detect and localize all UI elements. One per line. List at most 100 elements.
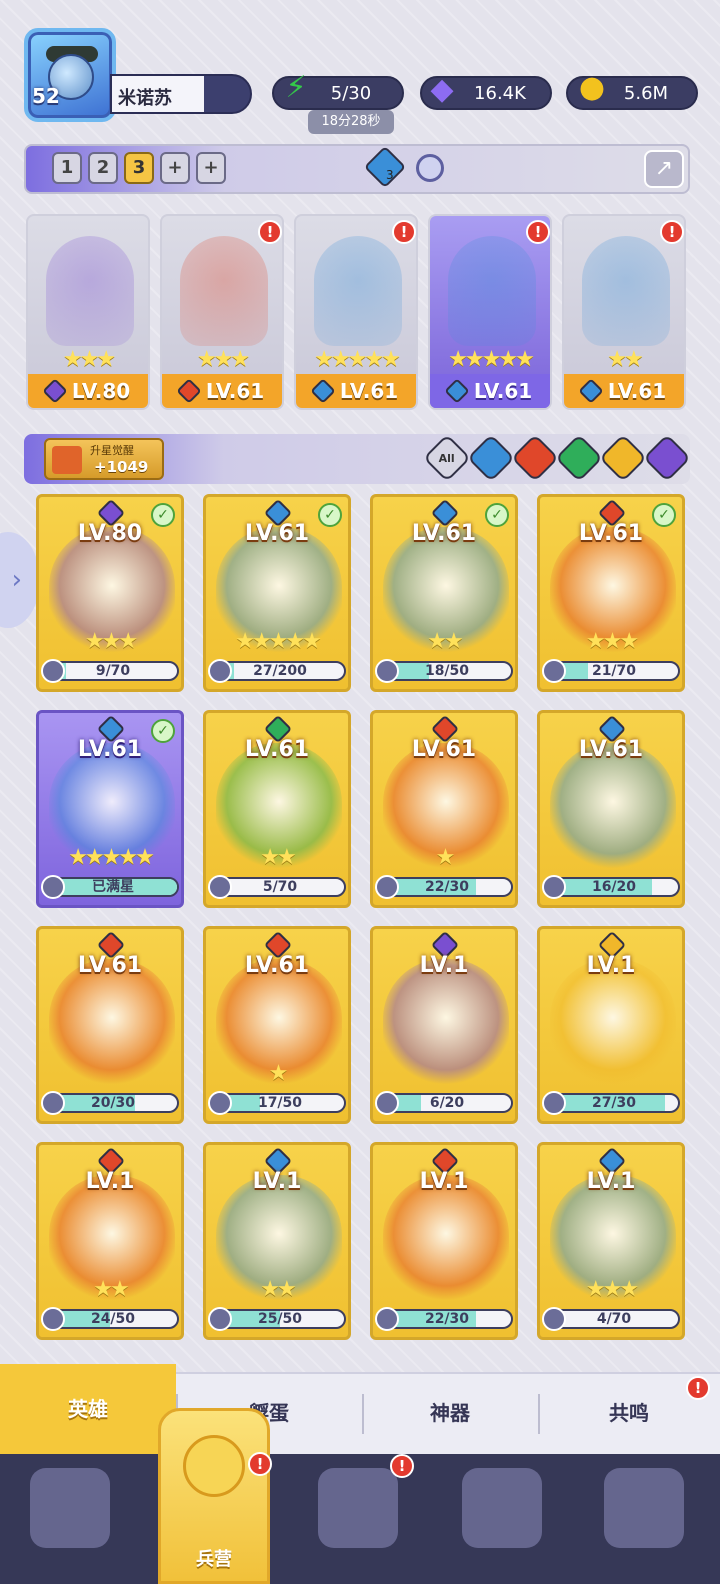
hero-card[interactable]: LV.1 6/20 bbox=[370, 926, 518, 1124]
shard-icon bbox=[208, 875, 232, 899]
alert-badge-icon: ! bbox=[248, 1452, 272, 1476]
shard-progress: 18/50 bbox=[381, 661, 513, 681]
hero-card[interactable]: LV.1 27/30 bbox=[537, 926, 685, 1124]
element-dark-icon bbox=[42, 378, 68, 404]
nav-cards[interactable] bbox=[30, 1468, 110, 1548]
hero-card[interactable]: LV.61 ★★★ ✓ 21/70 bbox=[537, 494, 685, 692]
hero-stars: ★★★★★ bbox=[448, 347, 535, 372]
search-icon[interactable] bbox=[416, 154, 444, 182]
nav-castle[interactable] bbox=[462, 1468, 542, 1548]
check-icon: ✓ bbox=[485, 503, 509, 527]
shard-progress-text: 22/30 bbox=[424, 879, 470, 895]
shard-progress-text: 25/50 bbox=[257, 1311, 303, 1327]
alert-badge-icon: ! bbox=[686, 1376, 710, 1400]
shard-progress: 24/50 bbox=[47, 1309, 179, 1329]
hero-card[interactable]: LV.80 ★★★ ✓ 9/70 bbox=[36, 494, 184, 692]
element-fire-icon bbox=[176, 378, 202, 404]
shard-progress: 25/50 bbox=[214, 1309, 346, 1329]
shard-icon bbox=[542, 875, 566, 899]
hero-stars: ★★★★★ bbox=[314, 347, 401, 372]
team-hero-card[interactable]: ★★★ LV.80 bbox=[26, 214, 150, 410]
shard-progress-text: 4/70 bbox=[596, 1311, 632, 1327]
awaken-sword-icon bbox=[52, 446, 82, 474]
gold-coin-icon: ● bbox=[578, 70, 606, 105]
shard-icon bbox=[41, 1091, 65, 1115]
awaken-value: +1049 bbox=[94, 458, 149, 476]
shard-icon bbox=[208, 1307, 232, 1331]
shard-icon bbox=[41, 1307, 65, 1331]
hero-level: LV.1 bbox=[419, 1169, 469, 1194]
hero-card[interactable]: LV.1 ★★★ 4/70 bbox=[537, 1142, 685, 1340]
shard-progress-text: 已满星 bbox=[92, 879, 134, 895]
shard-icon bbox=[375, 1307, 399, 1331]
hero-level: LV.61 bbox=[162, 374, 282, 408]
shard-icon bbox=[375, 1091, 399, 1115]
check-icon: ✓ bbox=[151, 719, 175, 743]
hero-portrait bbox=[314, 236, 402, 346]
hero-card[interactable]: LV.61 16/20 bbox=[537, 710, 685, 908]
player-name-bar[interactable]: 米诺苏 bbox=[110, 74, 252, 114]
hero-stars: ★★★ bbox=[62, 347, 116, 372]
hero-card[interactable]: LV.61 ★ 22/30 bbox=[370, 710, 518, 908]
tab-divider bbox=[362, 1394, 364, 1434]
team-tab-3[interactable]: 3 bbox=[124, 152, 154, 184]
nav-label: 兵营 bbox=[196, 1549, 232, 1570]
hero-level: LV.61 bbox=[430, 374, 550, 408]
hero-level: LV.1 bbox=[252, 1169, 302, 1194]
shard-progress-text: 6/20 bbox=[429, 1095, 465, 1111]
shard-progress-text: 9/70 bbox=[95, 663, 131, 679]
team-tab-1[interactable]: 1 bbox=[52, 152, 82, 184]
shard-icon bbox=[542, 1091, 566, 1115]
shard-icon bbox=[542, 1307, 566, 1331]
coin-value: 5.6M bbox=[623, 82, 669, 104]
hero-card[interactable]: LV.1 ★★ 25/50 bbox=[203, 1142, 351, 1340]
shard-icon bbox=[375, 875, 399, 899]
hero-card[interactable]: LV.61 ★★ 5/70 bbox=[203, 710, 351, 908]
team-tab-4[interactable]: + bbox=[160, 152, 190, 184]
alert-badge-icon: ! bbox=[526, 220, 550, 244]
hero-card[interactable]: LV.61 ★ 17/50 bbox=[203, 926, 351, 1124]
hero-portrait bbox=[49, 959, 175, 1089]
alert-badge-icon: ! bbox=[258, 220, 282, 244]
alert-badge-icon: ! bbox=[660, 220, 684, 244]
shard-progress: 22/30 bbox=[381, 877, 513, 897]
nav-mushroom[interactable] bbox=[604, 1468, 684, 1548]
share-icon[interactable]: ↗ bbox=[644, 150, 684, 188]
shard-progress-text: 5/70 bbox=[262, 879, 298, 895]
shard-icon bbox=[375, 659, 399, 683]
alert-badge-icon: ! bbox=[392, 220, 416, 244]
shard-icon bbox=[41, 659, 65, 683]
hero-card[interactable]: LV.61 ★★ ✓ 18/50 bbox=[370, 494, 518, 692]
star-awaken-button[interactable]: 升星觉醒 +1049 bbox=[44, 438, 164, 480]
hero-level: LV.61 bbox=[564, 374, 684, 408]
hero-level: LV.1 bbox=[85, 1169, 135, 1194]
hero-card[interactable]: LV.1 ★★ 24/50 bbox=[36, 1142, 184, 1340]
filter-label: All bbox=[438, 451, 456, 465]
team-tab-2[interactable]: 2 bbox=[88, 152, 118, 184]
hero-portrait bbox=[550, 959, 676, 1089]
check-icon: ✓ bbox=[151, 503, 175, 527]
hero-stars: ★★ bbox=[427, 629, 463, 654]
hero-portrait bbox=[180, 236, 268, 346]
tab-1[interactable]: 英雄 bbox=[0, 1364, 176, 1454]
hero-card[interactable]: LV.61 ★★★★★ ✓ 已满星 bbox=[36, 710, 184, 908]
nav-barracks[interactable]: 兵营 bbox=[158, 1408, 270, 1584]
hero-card[interactable]: LV.1 22/30 bbox=[370, 1142, 518, 1340]
shard-progress: 9/70 bbox=[47, 661, 179, 681]
player-name: 米诺苏 bbox=[118, 88, 172, 109]
hero-level: LV.61 bbox=[578, 737, 644, 762]
nav-map[interactable] bbox=[318, 1468, 398, 1548]
hero-card[interactable]: LV.61 20/30 bbox=[36, 926, 184, 1124]
hero-portrait bbox=[582, 236, 670, 346]
shard-progress-text: 21/70 bbox=[591, 663, 637, 679]
tab-3[interactable]: 神器 bbox=[362, 1372, 538, 1454]
hero-card[interactable]: LV.61 ★★★★★ ✓ 27/200 bbox=[203, 494, 351, 692]
barracks-icon bbox=[183, 1435, 245, 1497]
hero-level: LV.1 bbox=[586, 953, 636, 978]
hero-level-text: LV.61 bbox=[205, 379, 265, 403]
shard-progress-text: 24/50 bbox=[90, 1311, 136, 1327]
hero-level-text: LV.61 bbox=[607, 379, 667, 403]
hero-portrait bbox=[383, 1175, 509, 1305]
hero-stars: ★★ bbox=[260, 845, 296, 870]
team-tab-5[interactable]: + bbox=[196, 152, 226, 184]
